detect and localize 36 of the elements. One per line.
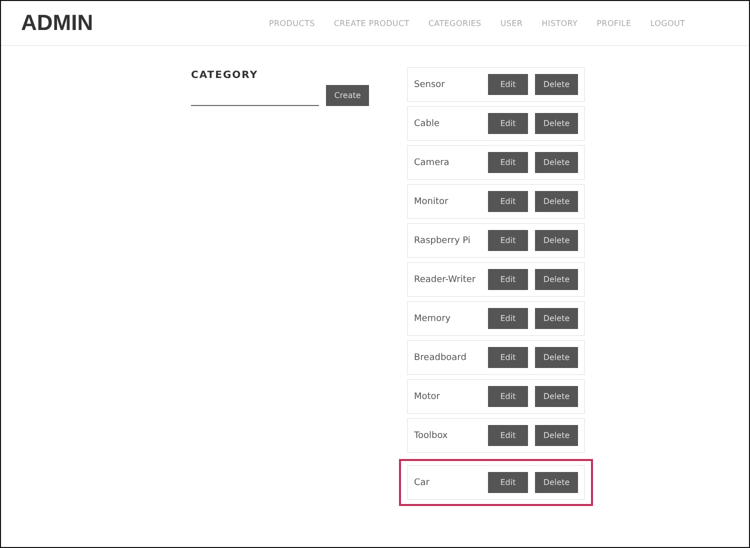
- edit-button[interactable]: Edit: [488, 347, 528, 368]
- create-button[interactable]: Create: [326, 85, 369, 106]
- category-name: Raspberry Pi: [414, 236, 472, 246]
- delete-button[interactable]: Delete: [535, 472, 578, 493]
- category-name: Cable: [414, 118, 441, 128]
- edit-button[interactable]: Edit: [488, 308, 528, 329]
- edit-button[interactable]: Edit: [488, 113, 528, 134]
- category-name: Car: [414, 478, 430, 488]
- category-name: Motor: [414, 392, 442, 402]
- delete-button[interactable]: Delete: [535, 191, 578, 212]
- category-name: Sensor: [414, 80, 446, 90]
- edit-button[interactable]: Edit: [488, 269, 528, 290]
- edit-button[interactable]: Edit: [488, 386, 528, 407]
- category-name: Breadboard: [414, 352, 468, 362]
- delete-button[interactable]: Delete: [535, 425, 578, 446]
- category-name: Camera: [414, 158, 450, 168]
- delete-button[interactable]: Delete: [535, 308, 578, 329]
- delete-button[interactable]: Delete: [535, 347, 578, 368]
- category-name: Reader-Writer: [414, 274, 477, 284]
- form-title: CATEGORY: [191, 70, 260, 81]
- category-name: Monitor: [414, 196, 450, 206]
- edit-button[interactable]: Edit: [488, 230, 528, 251]
- category-name: Toolbox: [414, 430, 449, 440]
- edit-button[interactable]: Edit: [488, 152, 528, 173]
- edit-button[interactable]: Edit: [488, 74, 528, 95]
- edit-button[interactable]: Edit: [488, 472, 528, 493]
- brand-title: ADMIN: [21, 10, 94, 36]
- delete-button[interactable]: Delete: [535, 230, 578, 251]
- edit-button[interactable]: Edit: [488, 425, 528, 446]
- category-name: Memory: [414, 314, 452, 324]
- delete-button[interactable]: Delete: [535, 113, 578, 134]
- edit-button[interactable]: Edit: [488, 191, 528, 212]
- delete-button[interactable]: Delete: [535, 269, 578, 290]
- delete-button[interactable]: Delete: [535, 74, 578, 95]
- delete-button[interactable]: Delete: [535, 152, 578, 173]
- delete-button[interactable]: Delete: [535, 386, 578, 407]
